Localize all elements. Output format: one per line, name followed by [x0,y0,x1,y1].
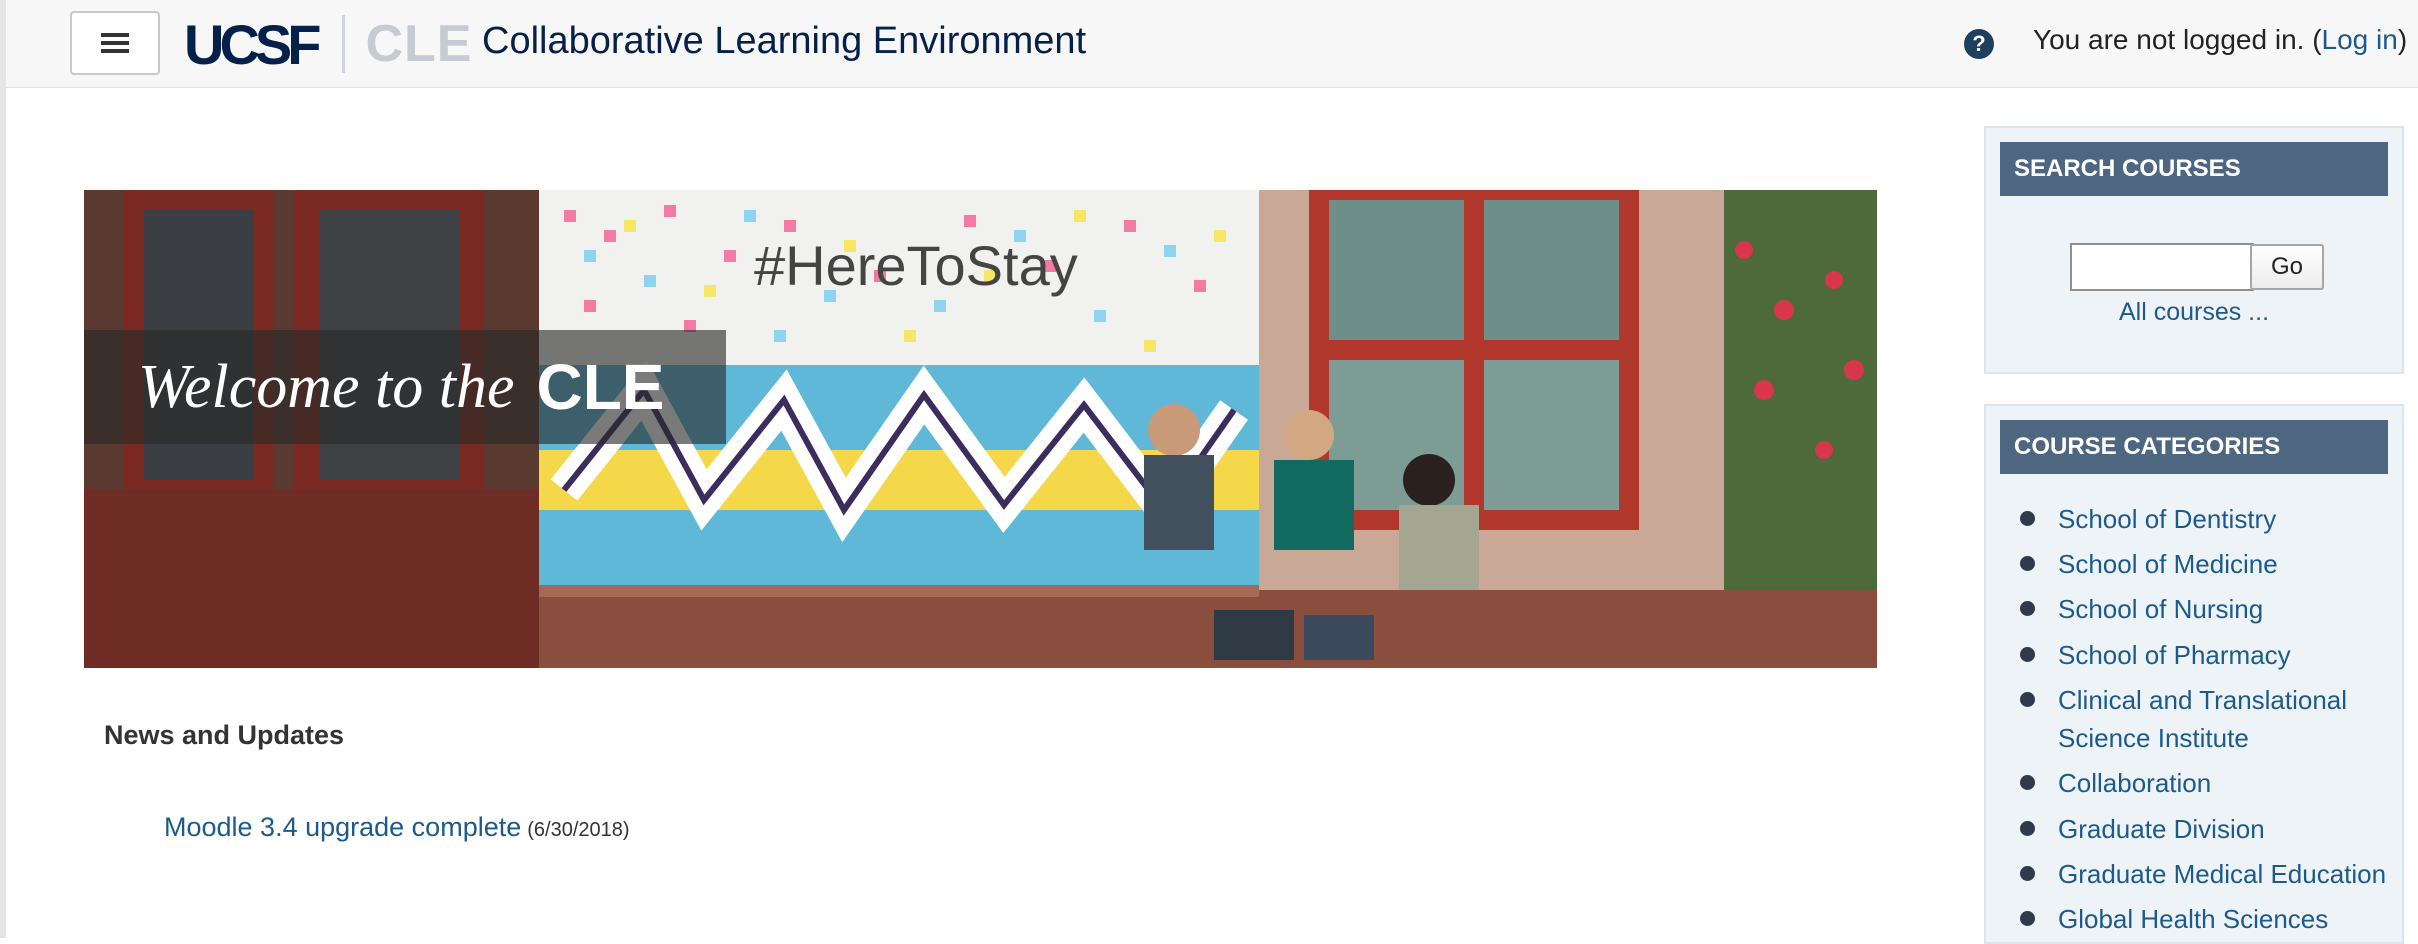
bullet-icon [2020,692,2035,707]
login-close-paren: ) [2397,24,2408,55]
search-courses-header: SEARCH COURSES [2000,142,2388,196]
login-info: You are not logged in. (Log in) [2033,24,2407,56]
bullet-icon [2020,556,2035,571]
news-heading: News and Updates [104,720,345,750]
category-link-dentistry[interactable]: School of Dentistry [2058,500,2398,538]
bullet-icon [2020,775,2035,790]
category-link-gme[interactable]: Graduate Medical Education [2058,855,2398,893]
search-go-button[interactable]: Go [2250,244,2324,290]
welcome-cle-text: CLE [536,351,665,423]
course-categories-header: COURSE CATEGORIES [2000,420,2388,474]
news-item-date: (6/30/2018) [527,819,630,841]
category-link-global-health[interactable]: Global Health Sciences [2058,900,2398,938]
ucsf-logo: UCSF [184,12,321,76]
welcome-script-text: Welcome to the [138,352,515,421]
category-link-ctsi[interactable]: Clinical and Translational Science Insti… [2058,681,2398,757]
welcome-overlay: Welcome to the CLE [84,330,726,444]
login-link[interactable]: Log in [2322,24,2398,55]
course-categories-block: COURSE CATEGORIES School of Dentistry Sc… [1984,404,2404,944]
category-link-collaboration[interactable]: Collaboration [2058,764,2398,802]
login-status-text: You are not logged in. ( [2033,24,2322,55]
category-link-graduate-division[interactable]: Graduate Division [2058,810,2398,848]
cle-logo: CLE [365,15,473,73]
window-left-edge [0,0,6,938]
bullet-icon [2020,601,2035,616]
bullet-icon [2020,647,2035,662]
help-icon[interactable]: ? [1964,29,1994,59]
hamburger-menu-button[interactable] [70,11,160,75]
hamburger-icon [101,33,129,53]
course-search-input[interactable] [2070,243,2254,291]
bullet-icon [2020,821,2035,836]
all-courses-link[interactable]: All courses ... [1986,298,2402,327]
site-title[interactable]: Collaborative Learning Environment [482,20,1086,63]
top-navbar: UCSF CLE Collaborative Learning Environm… [6,0,2418,88]
category-link-pharmacy[interactable]: School of Pharmacy [2058,636,2398,674]
news-item: Moodle 3.4 upgrade complete (6/30/2018) [164,812,630,843]
site-logo[interactable]: UCSF CLE [184,10,472,78]
category-link-nursing[interactable]: School of Nursing [2058,590,2398,628]
search-courses-block: SEARCH COURSES Go All courses ... [1984,126,2404,374]
hero-banner-image: #HereToStay Welcome to the CLE [84,190,1877,668]
bullet-icon [2020,866,2035,881]
bullet-icon [2020,911,2035,926]
sign-text: #HereToStay [754,234,1078,297]
bullet-icon [2020,511,2035,526]
category-link-medicine[interactable]: School of Medicine [2058,545,2398,583]
news-item-link[interactable]: Moodle 3.4 upgrade complete [164,812,521,842]
logo-divider [342,15,346,73]
